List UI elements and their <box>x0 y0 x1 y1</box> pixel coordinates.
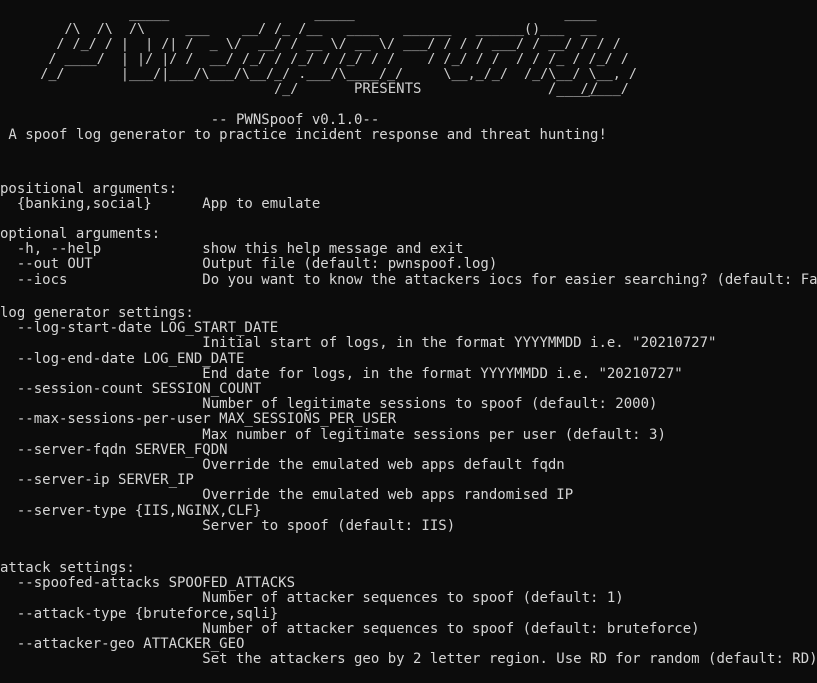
positional-arguments-section: positional arguments: {banking,social} A… <box>0 181 321 213</box>
log-generator-settings-section: log generator settings: --log-start-date… <box>0 305 717 534</box>
attack-settings-section: attack settings: --spoofed-attacks SPOOF… <box>0 560 817 668</box>
intro-block: -- PWNSpoof v0.1.0-- A spoof log generat… <box>8 112 607 144</box>
presents-line: PRESENTS /____/ <box>0 81 599 97</box>
terminal-window[interactable]: _____ _____ ____ /\ /\ /\ ___ __/ /_ /__… <box>0 0 817 683</box>
optional-arguments-section: optional arguments: -h, --help show this… <box>0 226 817 288</box>
